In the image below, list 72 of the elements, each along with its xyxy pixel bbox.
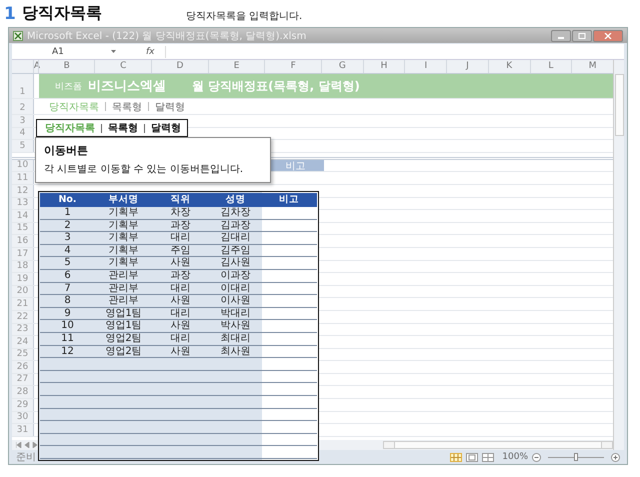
row-header[interactable]: 11 bbox=[12, 172, 34, 184]
row-header[interactable]: 30 bbox=[12, 412, 34, 424]
page-caption: 당직자목록을 입력합니다. bbox=[186, 10, 302, 22]
row-header[interactable]: 26 bbox=[12, 361, 34, 373]
row-header[interactable]: 25 bbox=[12, 348, 34, 360]
row-header[interactable]: 10 bbox=[12, 160, 34, 172]
row-header[interactable]: 1 bbox=[12, 74, 34, 98]
row-header[interactable]: 27 bbox=[12, 374, 34, 386]
navigation-link[interactable]: 당직자목록 bbox=[45, 122, 95, 134]
row-header[interactable]: 16 bbox=[12, 235, 34, 247]
callout-title: 이동버튼 bbox=[44, 144, 89, 157]
row-header[interactable]: 13 bbox=[12, 198, 34, 210]
row-header[interactable]: 29 bbox=[12, 399, 34, 411]
vertical-scrollbar[interactable] bbox=[613, 60, 624, 450]
function-label[interactable]: fx bbox=[146, 46, 154, 56]
row-header[interactable]: 28 bbox=[12, 386, 34, 398]
sheet-navigation-icon[interactable] bbox=[16, 442, 38, 448]
step-number: 1 bbox=[4, 4, 16, 24]
row-header[interactable]: 21 bbox=[12, 298, 34, 310]
zoom-percentage[interactable]: 100% bbox=[502, 452, 528, 462]
close-button[interactable] bbox=[593, 30, 623, 42]
maximize-icon bbox=[578, 32, 586, 38]
sheet-link[interactable]: 달력형 bbox=[155, 100, 185, 114]
row-header[interactable]: 5 bbox=[12, 140, 34, 152]
row-header[interactable]: 19 bbox=[12, 273, 34, 285]
page-heading: 당직자목록 bbox=[22, 3, 102, 24]
column-header[interactable]: C bbox=[94, 60, 152, 73]
row-header[interactable]: 3 bbox=[12, 115, 34, 127]
minimize-button[interactable] bbox=[551, 30, 571, 42]
row-header[interactable]: 24 bbox=[12, 336, 34, 348]
brand-tag: 비즈폼 bbox=[55, 80, 82, 92]
sheet-link[interactable]: 당직자목록 bbox=[49, 100, 99, 114]
row-header[interactable]: 14 bbox=[12, 210, 34, 222]
maximize-button[interactable] bbox=[572, 30, 592, 42]
column-header[interactable]: E bbox=[208, 60, 264, 73]
page-layout-icon[interactable] bbox=[466, 452, 478, 462]
brand-name: 비즈니스엑셀 bbox=[88, 78, 166, 95]
zoom-out-icon[interactable] bbox=[532, 452, 541, 462]
table-header-cell: 비고 bbox=[286, 160, 306, 172]
row-header[interactable]: 12 bbox=[12, 184, 34, 197]
callout-text: 각 시트별로 이동할 수 있는 이동버튼입니다. bbox=[44, 163, 244, 176]
row-header[interactable]: 2 bbox=[12, 99, 34, 114]
row-header[interactable]: 20 bbox=[12, 286, 34, 298]
column-header[interactable]: H bbox=[362, 60, 404, 73]
column-header[interactable]: I bbox=[404, 60, 446, 73]
navigation-link[interactable]: 달력형 bbox=[151, 122, 181, 134]
column-header[interactable]: F bbox=[264, 60, 321, 73]
page-break-icon[interactable] bbox=[482, 452, 494, 462]
row-header[interactable]: 23 bbox=[12, 324, 34, 336]
zoom-in-icon[interactable] bbox=[611, 452, 620, 462]
horizontal-scrollbar[interactable] bbox=[383, 441, 613, 449]
row-header[interactable]: 18 bbox=[12, 260, 34, 272]
status-text: 준비 bbox=[16, 451, 36, 464]
row-header[interactable]: 17 bbox=[12, 248, 34, 260]
column-header[interactable]: J bbox=[446, 60, 488, 73]
row-header[interactable]: 4 bbox=[12, 128, 34, 140]
column-header[interactable]: D bbox=[151, 60, 208, 73]
column-header[interactable]: G bbox=[320, 60, 363, 73]
navigation-link[interactable]: 목록형 bbox=[108, 122, 138, 134]
window-title: Microsoft Excel - (122) 월 당직배정표(목록형, 달력형).xlsm bbox=[27, 30, 306, 42]
sheet-link[interactable]: 목록형 bbox=[112, 100, 142, 114]
sheet-title: 월 당직배정표(목록형, 달력형) bbox=[192, 78, 360, 94]
column-header[interactable]: K bbox=[488, 60, 530, 73]
row-header[interactable]: 22 bbox=[12, 310, 34, 322]
normal-view-icon[interactable] bbox=[450, 452, 462, 462]
name-box[interactable]: A1 bbox=[12, 46, 107, 56]
close-icon bbox=[604, 32, 612, 38]
spreadsheet-icon bbox=[13, 30, 23, 40]
row-header[interactable]: 15 bbox=[12, 222, 34, 234]
column-header[interactable]: L bbox=[530, 60, 572, 73]
caret-icon bbox=[111, 50, 116, 53]
row-header[interactable]: 31 bbox=[12, 424, 34, 436]
